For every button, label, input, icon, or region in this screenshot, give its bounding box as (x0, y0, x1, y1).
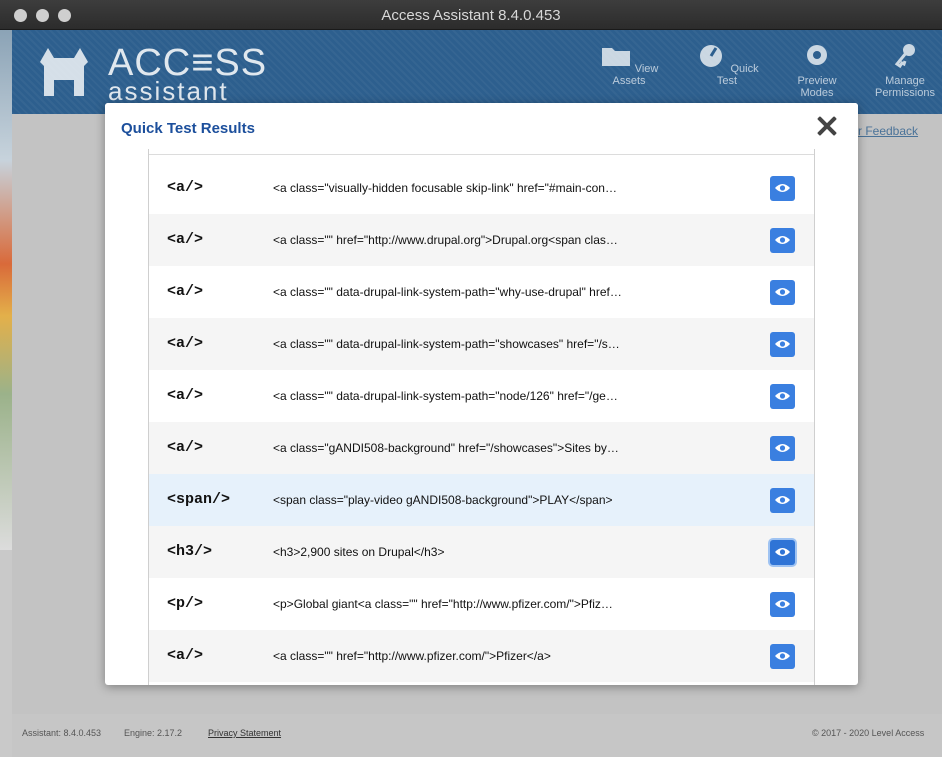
app-header: ACC≡SS assistant View Assets Quick Test … (12, 30, 942, 114)
eye-icon (775, 392, 790, 400)
window-title: Access Assistant 8.4.0.453 (381, 7, 561, 24)
privacy-statement-link[interactable]: Privacy Statement (208, 728, 281, 738)
nav-manage-permissions[interactable]: Manage Permissions (870, 42, 940, 99)
table-row: <a/> <a class="" href="http://www.pfizer… (149, 630, 814, 682)
element-code: <span class="play-video gANDI508-backgro… (273, 493, 613, 507)
folder-icon (601, 48, 630, 66)
element-code: <a class="" href="http://www.drupal.org"… (273, 233, 618, 247)
nav-view-assets[interactable]: View Assets (594, 42, 664, 87)
close-icon[interactable] (814, 113, 840, 139)
table-row: <a/> <a class="" data-drupal-link-system… (149, 266, 814, 318)
feedback-link[interactable]: r Feedback (858, 124, 918, 138)
element-code: <a class="" data-drupal-link-system-path… (273, 285, 622, 299)
element-tag: <a/> (167, 231, 204, 248)
nav-preview-modes[interactable]: Preview Modes (782, 42, 852, 99)
element-code: <a class="gANDI508-background" href="/sh… (273, 441, 619, 455)
speedometer-icon (700, 45, 723, 67)
element-code: <a class="visually-hidden focusable skip… (273, 181, 617, 195)
eye-icon (775, 600, 790, 608)
background-window-strip (0, 30, 12, 550)
table-row: <h3/> <h3>2,900 sites on Drupal</h3> (149, 526, 814, 578)
preview-eye-button[interactable] (770, 644, 795, 669)
key-icon (894, 44, 915, 69)
assistant-version: Assistant: 8.4.0.453 (22, 728, 102, 738)
results-table-header (149, 149, 814, 155)
preview-eye-button[interactable] (770, 176, 795, 201)
eye-icon (775, 184, 790, 192)
element-code: <h3>2,900 sites on Drupal</h3> (273, 545, 445, 559)
results-list[interactable]: <a/> <a class="visually-hidden focusable… (148, 149, 815, 685)
element-tag: <a/> (167, 439, 204, 456)
element-code: <a class="" data-drupal-link-system-path… (273, 337, 620, 351)
preview-eye-button[interactable] (770, 436, 795, 461)
preview-eye-button[interactable] (770, 228, 795, 253)
eye-icon (775, 496, 790, 504)
preview-eye-button[interactable] (770, 592, 795, 617)
table-row: <a/> <a class="" data-drupal-link-system… (149, 318, 814, 370)
element-tag: <a/> (167, 387, 204, 404)
window-titlebar: Access Assistant 8.4.0.453 (0, 0, 942, 30)
eye-icon (775, 548, 790, 556)
dog-logo-icon (40, 48, 88, 96)
quick-test-results-modal: Quick Test Results <a/> <a class="visual… (105, 103, 858, 685)
preview-eye-button[interactable] (770, 540, 795, 565)
engine-version: Engine: 2.17.2 (124, 728, 183, 738)
element-tag: <h3/> (167, 543, 213, 560)
table-row: <a/> <a class="" data-drupal-link-system… (149, 370, 814, 422)
element-tag: <span/> (167, 491, 231, 508)
table-row: <a/> <a class="" href="http://www.drupal… (149, 214, 814, 266)
element-tag: <p/> (167, 595, 204, 612)
copyright: © 2017 - 2020 Level Access (812, 728, 925, 738)
eye-icon (775, 444, 790, 452)
eye-icon (775, 652, 790, 660)
table-row: <a/> <a class="visually-hidden focusable… (149, 162, 814, 214)
eye-icon (775, 288, 790, 296)
nav-label: Manage Permissions (875, 75, 935, 99)
element-tag: <a/> (167, 283, 204, 300)
app-footer: Assistant: 8.4.0.453 Engine: 2.17.2 Priv… (12, 714, 942, 757)
element-tag: <a/> (167, 647, 204, 664)
preview-eye-button[interactable] (770, 384, 795, 409)
element-code: <p>Global giant<a class="" href="http://… (273, 597, 613, 611)
preview-eye-button[interactable] (770, 332, 795, 357)
eye-icon (775, 340, 790, 348)
table-row: <p/> <p>Global giant<a class="" href="ht… (149, 578, 814, 630)
modal-header: Quick Test Results (105, 103, 858, 149)
preview-eye-button[interactable] (770, 488, 795, 513)
nav-quick-test[interactable]: Quick Test (692, 42, 762, 87)
nav-label: Preview Modes (797, 75, 837, 99)
modal-title: Quick Test Results (121, 120, 255, 137)
table-row: <a/> <a class="gANDI508-background" href… (149, 422, 814, 474)
eye-icon (775, 236, 790, 244)
element-tag: <a/> (167, 335, 204, 352)
table-row: <span/> <span class="play-video gANDI508… (149, 474, 814, 526)
gear-icon (807, 45, 827, 65)
preview-eye-button[interactable] (770, 280, 795, 305)
element-code: <a class="" data-drupal-link-system-path… (273, 389, 618, 403)
element-code: <a class="" href="http://www.pfizer.com/… (273, 649, 551, 663)
element-tag: <a/> (167, 179, 204, 196)
